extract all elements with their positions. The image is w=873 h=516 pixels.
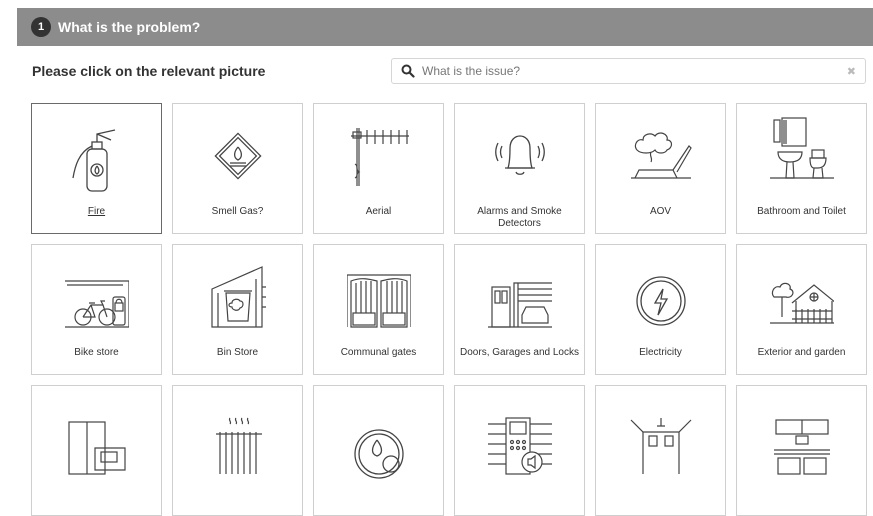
tile-label: Fire <box>87 206 106 217</box>
house-garden-icon <box>770 282 834 324</box>
tile-doors-garages[interactable]: Doors, Garages and Locks <box>454 244 585 375</box>
search-box[interactable]: ✖ <box>391 58 866 84</box>
fire-extinguisher-icon <box>72 129 116 192</box>
tile-smell-gas[interactable]: Smell Gas? <box>172 103 303 234</box>
search-input[interactable] <box>420 63 847 79</box>
step-title: What is the problem? <box>58 19 201 35</box>
tile-row3-6[interactable] <box>736 385 867 516</box>
tile-label: Bin Store <box>216 347 259 358</box>
tile-row3-5[interactable] <box>595 385 726 516</box>
tile-label: Communal gates <box>340 347 417 358</box>
alarm-bell-icon <box>495 135 545 175</box>
tile-electricity[interactable]: Electricity <box>595 244 726 375</box>
tile-label: Alarms and Smoke Detectors <box>477 206 562 229</box>
water-temperature-icon <box>354 429 404 479</box>
instruction-text: Please click on the relevant picture <box>32 63 266 79</box>
tile-fire[interactable]: Fire <box>31 103 162 234</box>
step-header: 1 What is the problem? <box>17 8 873 46</box>
bike-store-icon <box>65 280 129 328</box>
aerial-icon <box>351 128 409 186</box>
tile-label: Smell Gas? <box>211 206 264 217</box>
tile-communal-gates[interactable]: Communal gates <box>313 244 444 375</box>
kitchen-icon <box>774 419 830 475</box>
tile-label: Doors, Garages and Locks <box>460 347 579 358</box>
tile-label: Aerial <box>365 206 392 217</box>
search-icon <box>401 64 415 78</box>
tile-label: Electricity <box>639 347 682 358</box>
tile-bike-store[interactable]: Bike store <box>31 244 162 375</box>
tile-row3-3[interactable] <box>313 385 444 516</box>
gas-warning-icon <box>214 132 262 180</box>
bathroom-icon <box>770 117 834 179</box>
step-number-badge: 1 <box>31 17 51 37</box>
tile-row3-4[interactable] <box>454 385 585 516</box>
tile-row3-1[interactable] <box>31 385 162 516</box>
clear-icon[interactable]: ✖ <box>847 65 856 78</box>
tile-alarms[interactable]: Alarms and Smoke Detectors <box>454 103 585 234</box>
doors-garage-icon <box>488 282 552 328</box>
tile-aov[interactable]: AOV <box>595 103 726 234</box>
bin-store-icon <box>211 266 266 328</box>
room-ceiling-icon <box>630 418 692 474</box>
tile-aerial[interactable]: Aerial <box>313 103 444 234</box>
radiator-icon <box>216 417 262 474</box>
tile-exterior-garden[interactable]: Exterior and garden <box>736 244 867 375</box>
gates-icon <box>347 274 411 328</box>
tile-bathroom[interactable]: Bathroom and Toilet <box>736 103 867 234</box>
tile-label: AOV <box>649 206 672 217</box>
tile-label: Exterior and garden <box>757 347 846 358</box>
tile-bin-store[interactable]: Bin Store <box>172 244 303 375</box>
tile-label: Bathroom and Toilet <box>757 206 846 217</box>
electricity-icon <box>636 276 686 326</box>
tile-label: Bike store <box>74 347 119 358</box>
furniture-icon <box>68 421 126 475</box>
tile-row3-2[interactable] <box>172 385 303 516</box>
smoke-vent-icon <box>631 132 692 179</box>
intercom-icon <box>488 417 552 475</box>
